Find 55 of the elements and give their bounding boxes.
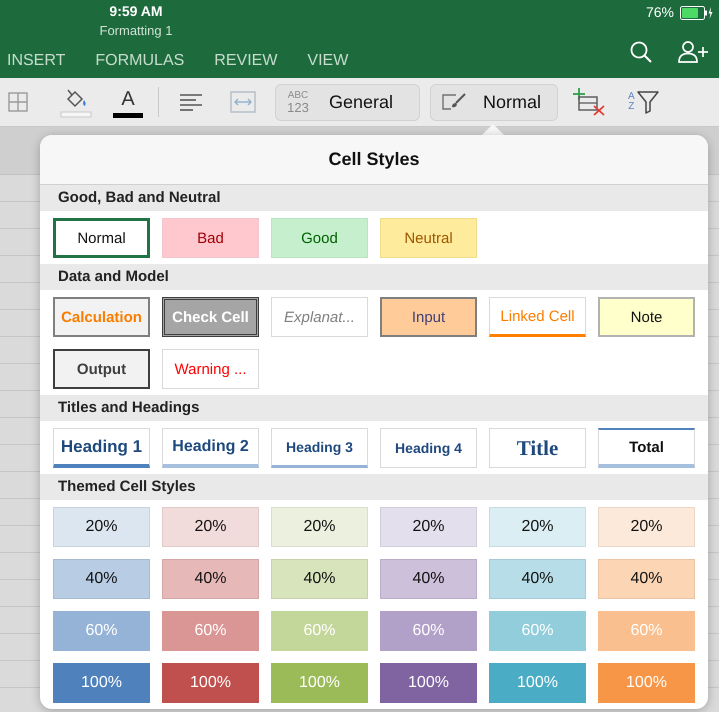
cell-style-option[interactable]: Total xyxy=(598,428,695,468)
cell-style-option[interactable]: Input xyxy=(380,297,477,337)
cell-style-option[interactable]: Normal xyxy=(53,218,150,258)
cell-style-option[interactable]: Heading 2 xyxy=(162,428,259,468)
ribbon-tab[interactable]: INSERT xyxy=(7,51,66,70)
battery-icon xyxy=(680,6,713,20)
cell-style-option[interactable]: Heading 1 xyxy=(53,428,150,468)
document-title: Formatting 1 xyxy=(100,22,172,39)
search-icon[interactable] xyxy=(630,41,652,63)
funnel-icon xyxy=(636,90,659,114)
section-header: Good, Bad and Neutral xyxy=(40,185,708,211)
popover-title: Cell Styles xyxy=(328,148,420,171)
cell-style-option[interactable]: Explanat... xyxy=(271,297,368,337)
font-color-button[interactable]: A xyxy=(113,84,143,120)
color-swatch-icon xyxy=(113,113,143,118)
cell-style-option[interactable]: Title xyxy=(489,428,586,468)
cell-style-option[interactable]: Good xyxy=(271,218,368,258)
battery-percent: 76% xyxy=(646,4,674,21)
cell-style-option[interactable]: Heading 4 xyxy=(380,428,477,468)
cell-style-option[interactable]: 20% xyxy=(380,507,477,547)
cell-style-option[interactable]: Note xyxy=(598,297,695,337)
cell-style-option[interactable]: 20% xyxy=(489,507,586,547)
brush-box-icon xyxy=(441,92,467,112)
cell-style-option[interactable]: Output xyxy=(53,349,150,389)
cell-style-option[interactable]: 40% xyxy=(53,559,150,599)
cell-style-option[interactable]: 40% xyxy=(598,559,695,599)
paint-bucket-icon[interactable] xyxy=(60,86,92,118)
sort-filter-button[interactable]: A Z xyxy=(628,90,659,114)
cell-style-option[interactable]: 20% xyxy=(271,507,368,547)
add-person-icon[interactable] xyxy=(678,41,708,63)
cell-style-option[interactable]: 40% xyxy=(380,559,477,599)
align-left-icon[interactable] xyxy=(180,93,202,111)
section-header: Themed Cell Styles xyxy=(40,474,708,500)
cell-style-option[interactable]: 40% xyxy=(271,559,368,599)
section-header: Titles and Headings xyxy=(40,395,708,421)
ribbon-tab[interactable]: REVIEW xyxy=(214,51,278,70)
cell-style-option[interactable]: 100% xyxy=(53,663,150,703)
cell-style-button[interactable]: Normal xyxy=(430,84,558,120)
cell-style-option[interactable]: 20% xyxy=(53,507,150,547)
cell-style-option[interactable]: Heading 3 xyxy=(271,428,368,468)
cell-style-option[interactable]: 40% xyxy=(162,559,259,599)
cell-style-option[interactable]: 20% xyxy=(598,507,695,547)
cell-style-option[interactable]: Neutral xyxy=(380,218,477,258)
cell-style-option[interactable]: 20% xyxy=(162,507,259,547)
cell-style-option[interactable]: Warning ... xyxy=(162,349,259,389)
cell-style-option[interactable]: 100% xyxy=(162,663,259,703)
ribbon-tab[interactable]: FORMULAS xyxy=(95,51,184,70)
number-format-button[interactable]: ABC 123 General xyxy=(275,84,420,120)
cell-style-option[interactable]: Bad xyxy=(162,218,259,258)
cell-style-option[interactable]: 40% xyxy=(489,559,586,599)
status-time: 9:59 AM xyxy=(109,3,163,20)
ribbon-tab[interactable]: VIEW xyxy=(307,51,348,70)
grid-plus-cross-icon[interactable] xyxy=(573,88,605,116)
cell-style-option[interactable]: 100% xyxy=(380,663,477,703)
section-header: Data and Model xyxy=(40,264,708,290)
